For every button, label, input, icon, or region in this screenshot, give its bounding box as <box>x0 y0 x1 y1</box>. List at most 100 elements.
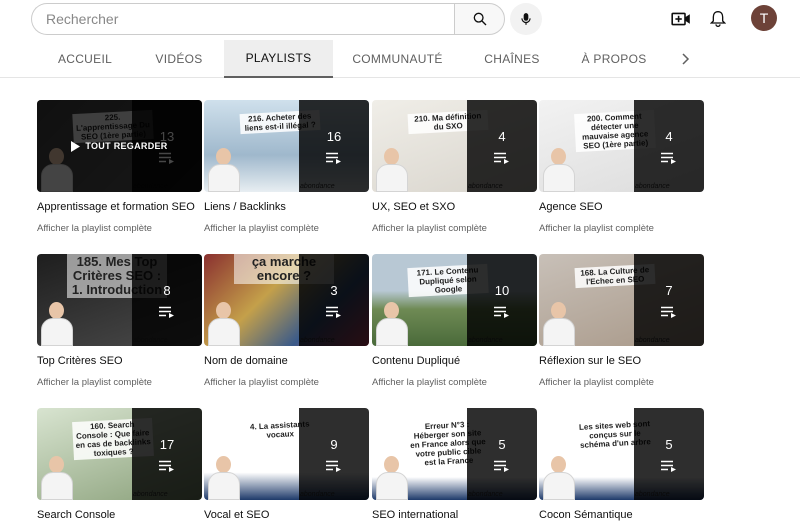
playlist-count-overlay: 5 <box>634 408 704 500</box>
view-full-playlist-link[interactable]: Afficher la playlist complète <box>37 223 202 234</box>
playlist-title[interactable]: Réflexion sur le SEO <box>539 354 704 368</box>
playlist-count-overlay: 17 <box>132 408 202 500</box>
playlist-count-overlay: 9 <box>299 408 369 500</box>
playlist-title[interactable]: SEO international <box>372 508 537 522</box>
avatar[interactable]: T <box>751 5 777 31</box>
playlist-title[interactable]: Apprentissage et formation SEO <box>37 200 202 214</box>
notifications-button[interactable] <box>707 7 729 31</box>
playlist-title[interactable]: Top Critères SEO <box>37 354 202 368</box>
playlist-title[interactable]: Cocon Sémantique <box>539 508 704 522</box>
view-full-playlist-link[interactable]: Afficher la playlist complète <box>372 223 537 234</box>
play-icon <box>71 140 81 152</box>
playlist-title[interactable]: UX, SEO et SXO <box>372 200 537 214</box>
view-full-playlist-link[interactable]: Afficher la playlist complète <box>204 223 369 234</box>
playlist-icon <box>326 152 341 164</box>
playlist-thumbnail[interactable]: 4. La assistants vocaux abondance 9 <box>204 408 369 500</box>
playlist-icon <box>159 306 174 318</box>
video-count: 4 <box>498 128 506 144</box>
presenter-image <box>376 148 408 192</box>
bell-icon <box>710 10 726 27</box>
playlist-count-overlay: 5 <box>467 408 537 500</box>
video-add-icon <box>671 12 690 26</box>
playlist-card: 210. Ma définition du SXO abondance 4 UX… <box>372 100 537 234</box>
tab-a-propos[interactable]: À PROPOS <box>578 40 650 78</box>
playlist-count-overlay: 10 <box>467 254 537 346</box>
search-input[interactable] <box>46 11 454 27</box>
playlist-title[interactable]: Nom de domaine <box>204 354 369 368</box>
playlist-card: 185. Mes Top Critères SEO : 1. Introduct… <box>37 254 202 388</box>
presenter-image <box>376 456 408 500</box>
playlist-title[interactable]: Liens / Backlinks <box>204 200 369 214</box>
playlist-title[interactable]: Contenu Dupliqué <box>372 354 537 368</box>
playlist-icon <box>326 306 341 318</box>
view-full-playlist-link[interactable]: Afficher la playlist complète <box>372 377 537 388</box>
video-count: 9 <box>330 436 338 452</box>
video-count: 5 <box>498 436 506 452</box>
presenter-image <box>543 148 575 192</box>
playlist-count-overlay: 16 <box>299 100 369 192</box>
playlist-thumbnail[interactable]: Les sites web sont conçus sur le schéma … <box>539 408 704 500</box>
video-count: 17 <box>159 436 175 452</box>
playlist-thumbnail[interactable]: 168. La Culture de l'Echec en SEO abonda… <box>539 254 704 346</box>
playlist-card: 4. La assistants vocaux abondance 9 Voca… <box>204 408 369 530</box>
playlist-thumbnail[interactable]: 185. Mes Top Critères SEO : 1. Introduct… <box>37 254 202 346</box>
voice-search-button[interactable] <box>510 3 542 35</box>
tab-communaute[interactable]: COMMUNAUTÉ <box>350 40 445 78</box>
view-full-playlist-link[interactable]: Afficher la playlist complète <box>539 377 704 388</box>
view-full-playlist-link[interactable]: Afficher la playlist complète <box>539 223 704 234</box>
presenter-image <box>543 456 575 500</box>
playlist-thumbnail[interactable]: 225. L'apprentissage Du SEO (1ère partie… <box>37 100 202 192</box>
playlist-title[interactable]: Agence SEO <box>539 200 704 214</box>
playlist-card: 216. Acheter des liens est-il illégal ? … <box>204 100 369 234</box>
playlist-thumbnail[interactable]: Erreur N°3 : Héberger son site en France… <box>372 408 537 500</box>
search-box[interactable] <box>31 3 454 35</box>
tab-accueil[interactable]: ACCUEIL <box>52 40 118 78</box>
play-all-button[interactable]: TOUT REGARDER <box>37 100 202 192</box>
playlist-title[interactable]: Search Console <box>37 508 202 522</box>
presenter-image <box>41 302 73 346</box>
playlist-thumbnail[interactable]: 171. Le Contenu Dupliqué selon Google ab… <box>372 254 537 346</box>
playlist-card: 225. L'apprentissage Du SEO (1ère partie… <box>37 100 202 234</box>
playlist-thumbnail[interactable]: 160. Search Console : Que faire en cas d… <box>37 408 202 500</box>
playlist-icon <box>661 460 676 472</box>
presenter-image <box>41 456 73 500</box>
playlist-card: 171. Le Contenu Dupliqué selon Google ab… <box>372 254 537 388</box>
playlist-card: Erreur N°3 : Héberger son site en France… <box>372 408 537 530</box>
playlist-card: 160. Search Console : Que faire en cas d… <box>37 408 202 530</box>
playlist-thumbnail[interactable]: 216. Acheter des liens est-il illégal ? … <box>204 100 369 192</box>
presenter-image <box>208 456 240 500</box>
presenter-image <box>376 302 408 346</box>
playlist-count-overlay: 8 <box>132 254 202 346</box>
playlist-thumbnail[interactable]: 210. Ma définition du SXO abondance 4 <box>372 100 537 192</box>
playlist-icon <box>326 460 341 472</box>
playlist-count-overlay: 4 <box>634 100 704 192</box>
search-button[interactable] <box>454 3 505 35</box>
video-count: 3 <box>330 282 338 298</box>
search-icon <box>473 12 486 26</box>
playlist-icon <box>661 152 676 164</box>
video-count: 10 <box>494 282 510 298</box>
presenter-image <box>208 148 240 192</box>
playlist-thumbnail[interactable]: 200. Comment détecter une mauvaise agenc… <box>539 100 704 192</box>
playlist-card: ça marche encore ? abondance 3 Nom de do… <box>204 254 369 388</box>
top-bar: T <box>0 0 800 38</box>
tab-videos[interactable]: VIDÉOS <box>148 40 210 78</box>
video-count: 5 <box>665 436 673 452</box>
channel-tabs: ACCUEIL VIDÉOS PLAYLISTS COMMUNAUTÉ CHAÎ… <box>0 40 800 78</box>
playlist-card: Les sites web sont conçus sur le schéma … <box>539 408 704 530</box>
playlist-icon <box>494 152 509 164</box>
create-video-button[interactable] <box>670 8 692 30</box>
chevron-right-icon <box>682 53 690 65</box>
tabs-scroll-right-button[interactable] <box>676 48 696 70</box>
view-full-playlist-link[interactable]: Afficher la playlist complète <box>204 377 369 388</box>
tab-playlists[interactable]: PLAYLISTS <box>224 40 333 78</box>
playlist-card: 168. La Culture de l'Echec en SEO abonda… <box>539 254 704 388</box>
view-full-playlist-link[interactable]: Afficher la playlist complète <box>37 377 202 388</box>
playlist-count-overlay: 7 <box>634 254 704 346</box>
playlist-thumbnail[interactable]: ça marche encore ? abondance 3 <box>204 254 369 346</box>
presenter-image <box>543 302 575 346</box>
tab-chaines[interactable]: CHAÎNES <box>478 40 546 78</box>
playlist-title[interactable]: Vocal et SEO <box>204 508 369 522</box>
video-count: 4 <box>665 128 673 144</box>
microphone-icon <box>521 13 531 25</box>
